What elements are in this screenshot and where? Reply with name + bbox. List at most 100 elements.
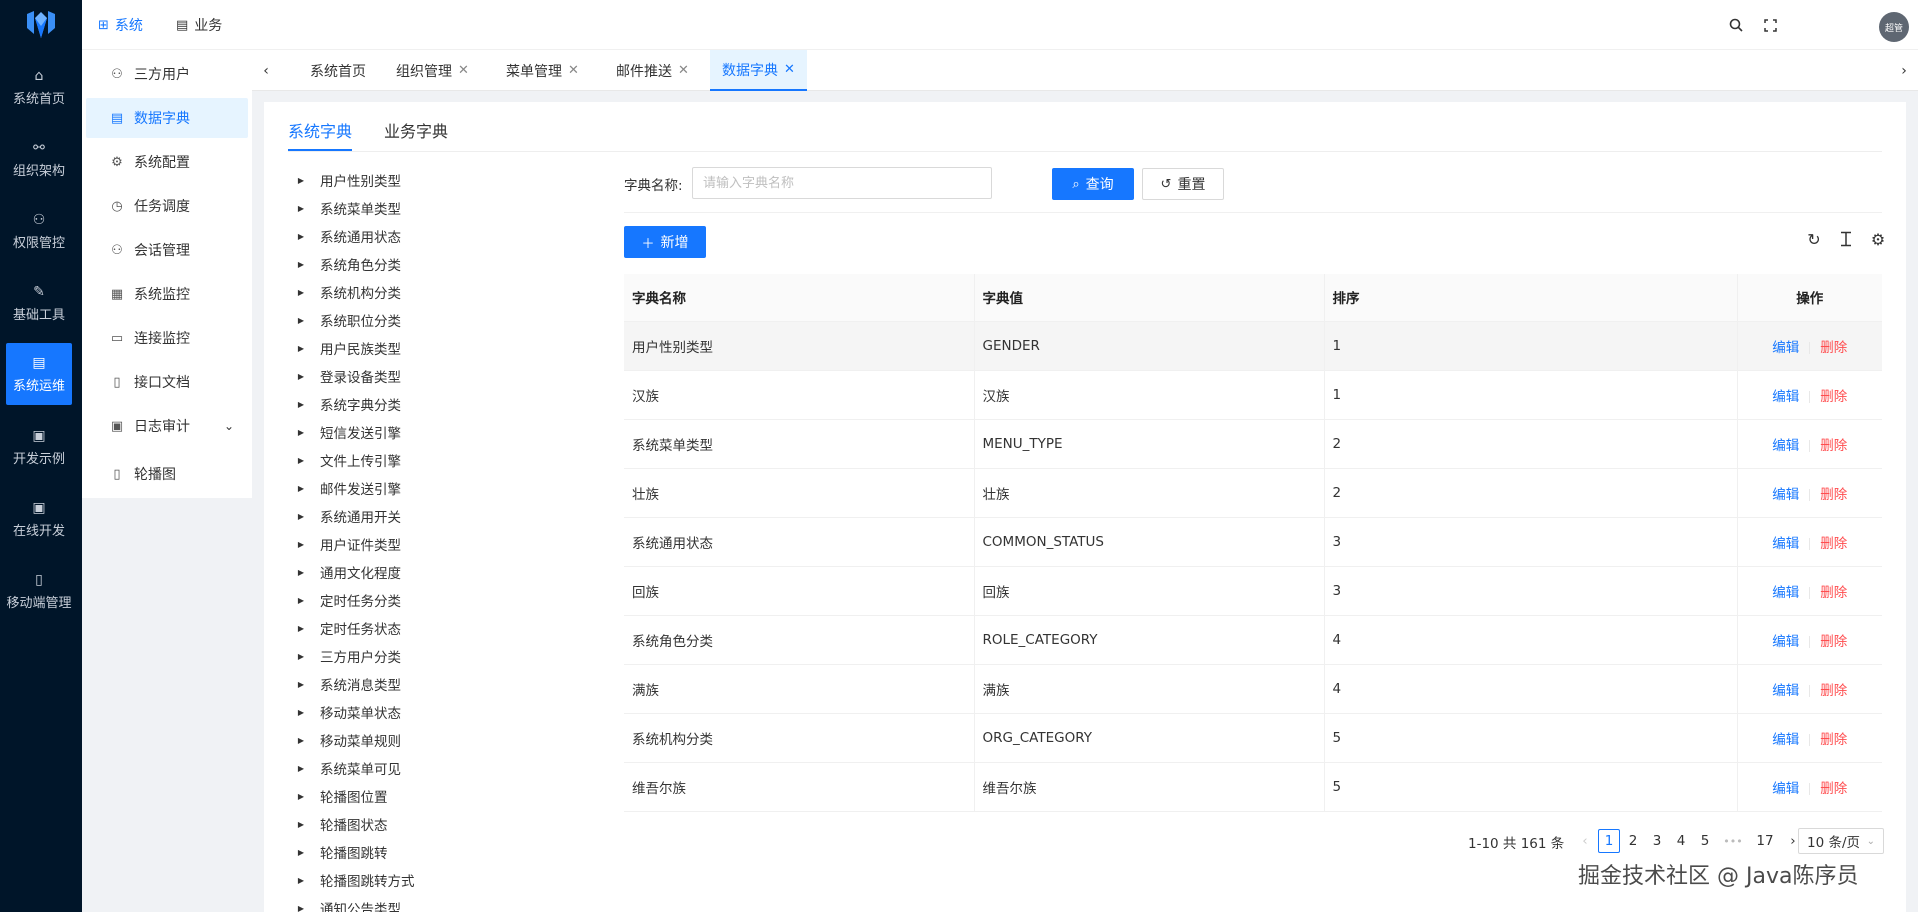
tree-node[interactable]: ▶ 系统通用开关 [294,504,401,528]
tree-node[interactable]: ▶ 登录设备类型 [294,364,401,388]
tree-node[interactable]: ▶ 系统消息类型 [294,672,401,696]
caret-right-icon[interactable]: ▶ [294,904,308,912]
edit-link[interactable]: 编辑 [1772,438,1799,454]
tree-node[interactable]: ▶ 通知公告类型 [294,896,401,912]
tree-node[interactable]: ▶ 系统角色分类 [294,252,401,276]
tree-node[interactable]: ▶ 用户性别类型 [294,168,401,192]
reset-button[interactable]: ↺ 重置 [1142,168,1224,200]
caret-right-icon[interactable]: ▶ [294,456,308,465]
rail-item-operations[interactable]: ▤ 系统运维 [6,343,72,405]
rail-item-tools[interactable]: ✎ 基础工具 [6,272,72,334]
caret-right-icon[interactable]: ▶ [294,708,308,717]
column-header[interactable]: 字典值 [974,274,1325,322]
tree-node[interactable]: ▶ 系统菜单类型 [294,196,401,220]
tree-node[interactable]: ▶ 系统职位分类 [294,308,401,332]
delete-link[interactable]: 删除 [1820,389,1847,405]
fullscreen-icon[interactable] [1760,15,1780,35]
tree-node[interactable]: ▶ 文件上传引擎 [294,448,401,472]
caret-right-icon[interactable]: ▶ [294,512,308,521]
submenu-item-carousel[interactable]: ▯ 轮播图 [86,454,248,494]
caret-right-icon[interactable]: ▶ [294,316,308,325]
caret-right-icon[interactable]: ▶ [294,260,308,269]
tree-node[interactable]: ▶ 轮播图状态 [294,812,388,836]
close-icon[interactable]: ✕ [784,62,795,77]
rail-item-mobile[interactable]: ▯ 移动端管理 [6,560,72,622]
caret-right-icon[interactable]: ▶ [294,876,308,885]
caret-right-icon[interactable]: ▶ [294,176,308,185]
tree-node[interactable]: ▶ 移动菜单规则 [294,728,401,752]
rail-item-online-dev[interactable]: ▣ 在线开发 [6,488,72,550]
caret-right-icon[interactable]: ▶ [294,540,308,549]
delete-link[interactable]: 删除 [1820,585,1847,601]
tree-node[interactable]: ▶ 轮播图跳转 [294,840,388,864]
submenu-item-log-audit[interactable]: ▣ 日志审计 ⌄ [86,406,248,446]
delete-link[interactable]: 删除 [1820,683,1847,699]
search-icon[interactable] [1726,15,1746,35]
delete-link[interactable]: 删除 [1820,438,1847,454]
delete-link[interactable]: 删除 [1820,487,1847,503]
tree-node[interactable]: ▶ 通用文化程度 [294,560,401,584]
submenu-item-api-docs[interactable]: ▯ 接口文档 [86,362,248,402]
tree-node[interactable]: ▶ 用户证件类型 [294,532,401,556]
dictionary-name-input[interactable] [692,167,992,199]
tree-node[interactable]: ▶ 用户民族类型 [294,336,401,360]
caret-right-icon[interactable]: ▶ [294,848,308,857]
column-header[interactable]: 排序 [1324,274,1738,322]
tree-node[interactable]: ▶ 三方用户分类 [294,644,401,668]
caret-right-icon[interactable]: ▶ [294,428,308,437]
caret-right-icon[interactable]: ▶ [294,400,308,409]
tab-data-dictionary[interactable]: 数据字典 ✕ [710,50,807,91]
page-2[interactable]: 2 [1622,829,1644,853]
rail-item-dev-examples[interactable]: ▣ 开发示例 [6,416,72,478]
tree-node[interactable]: ▶ 邮件发送引擎 [294,476,401,500]
submenu-item-task-scheduling[interactable]: ◷ 任务调度 [86,186,248,226]
page-4[interactable]: 4 [1670,829,1692,853]
tab-home[interactable]: 系统首页 [298,50,378,91]
caret-right-icon[interactable]: ▶ [294,792,308,801]
submenu-item-connection-monitor[interactable]: ▭ 连接监控 [86,318,248,358]
submenu-item-system-config[interactable]: ⚙ 系统配置 [86,142,248,182]
page-last[interactable]: 17 [1754,829,1776,853]
topnav-business[interactable]: ▤ 业务 [176,0,222,50]
delete-link[interactable]: 删除 [1820,732,1847,748]
avatar[interactable]: 超管 [1879,12,1909,42]
tree-node[interactable]: ▶ 移动菜单状态 [294,700,401,724]
caret-right-icon[interactable]: ▶ [294,596,308,605]
tab-organization[interactable]: 组织管理 ✕ [384,50,481,91]
submenu-item-system-monitor[interactable]: ▦ 系统监控 [86,274,248,314]
edit-link[interactable]: 编辑 [1772,634,1799,650]
submenu-item-third-party-users[interactable]: ⚇ 三方用户 [86,54,248,94]
page-ellipsis[interactable]: ••• [1722,829,1744,853]
tabs-scroll-left-icon[interactable]: ‹ [254,50,278,91]
caret-right-icon[interactable]: ▶ [294,624,308,633]
caret-right-icon[interactable]: ▶ [294,204,308,213]
setting-icon[interactable]: ⚙ [1868,229,1888,249]
tree-node[interactable]: ▶ 轮播图位置 [294,784,388,808]
close-icon[interactable]: ✕ [568,63,579,78]
tab-menu-management[interactable]: 菜单管理 ✕ [494,50,591,91]
caret-right-icon[interactable]: ▶ [294,736,308,745]
tree-node[interactable]: ▶ 系统通用状态 [294,224,401,248]
tabs-scroll-right-icon[interactable]: › [1892,50,1916,91]
tree-node[interactable]: ▶ 定时任务状态 [294,616,401,640]
delete-link[interactable]: 删除 [1820,536,1847,552]
edit-link[interactable]: 编辑 [1772,781,1799,797]
caret-right-icon[interactable]: ▶ [294,484,308,493]
delete-link[interactable]: 删除 [1820,340,1847,356]
topnav-system[interactable]: ⊞ 系统 [98,0,143,50]
column-header[interactable]: 字典名称 [624,274,975,322]
rail-item-permissions[interactable]: ⚇ 权限管控 [6,200,72,262]
page-1[interactable]: 1 [1598,829,1620,853]
page-3[interactable]: 3 [1646,829,1668,853]
caret-right-icon[interactable]: ▶ [294,344,308,353]
page-size-select[interactable]: 10 条/页 ⌄ [1798,828,1884,854]
caret-right-icon[interactable]: ▶ [294,232,308,241]
caret-right-icon[interactable]: ▶ [294,568,308,577]
tree-node[interactable]: ▶ 短信发送引擎 [294,420,401,444]
add-button[interactable]: ＋ 新增 [624,226,706,258]
caret-right-icon[interactable]: ▶ [294,288,308,297]
tree-node[interactable]: ▶ 系统字典分类 [294,392,401,416]
prev-page-icon[interactable]: ‹ [1574,829,1596,853]
rail-item-organization[interactable]: ⚯ 组织架构 [6,128,72,190]
close-icon[interactable]: ✕ [458,63,469,78]
